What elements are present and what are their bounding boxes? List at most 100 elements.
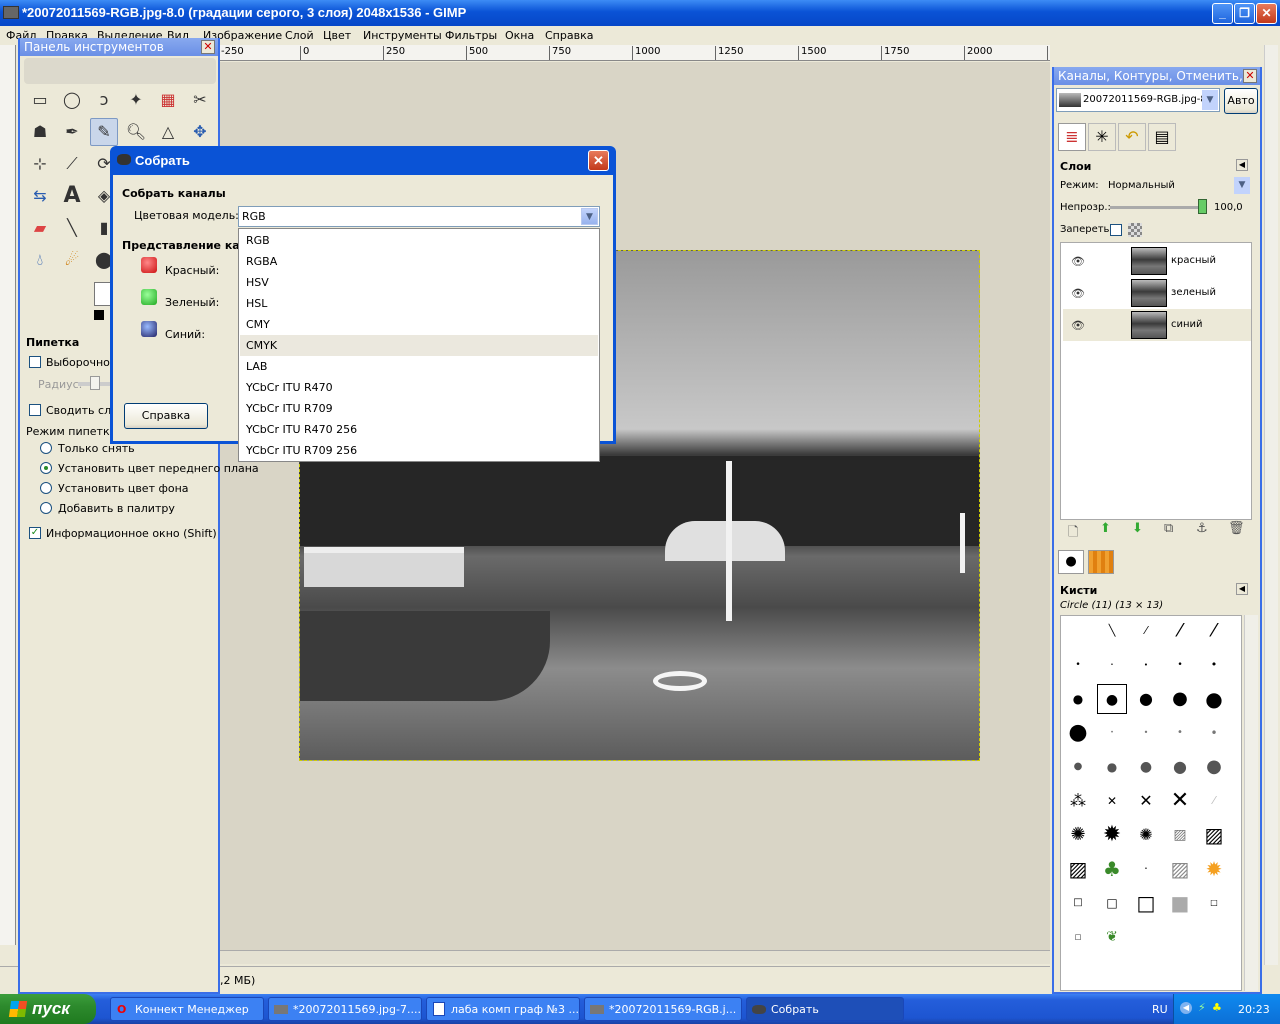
radio-pick-only[interactable] [40, 442, 52, 454]
brush-item[interactable]: ● [1199, 752, 1229, 782]
brush-item[interactable]: ● [1097, 752, 1127, 782]
dropdown-option-highlighted[interactable]: CMYK [240, 335, 598, 356]
move-icon[interactable]: ✥ [186, 118, 214, 146]
brush-item[interactable]: ■ [1165, 888, 1195, 918]
brush-item[interactable]: ⁄ [1199, 786, 1229, 816]
brush-item[interactable]: • [1131, 854, 1161, 884]
tab-paths-icon[interactable]: ✳ [1088, 123, 1116, 151]
taskbar-item[interactable]: O Коннект Менеджер [110, 997, 264, 1021]
duplicate-layer-icon[interactable]: ⧉ [1164, 521, 1173, 536]
brush-item[interactable]: • [1165, 650, 1195, 680]
shield-icon[interactable]: ♣ [1212, 1001, 1222, 1014]
crop-icon[interactable]: ⟋ [58, 150, 86, 178]
brush-item[interactable]: ● [1199, 684, 1229, 714]
layer-row-red[interactable]: 👁︎ красный [1063, 245, 1251, 277]
brush-item[interactable]: □ [1063, 888, 1093, 918]
brush-item[interactable]: ✹ [1199, 854, 1229, 884]
dropdown-option[interactable]: HSV [240, 272, 598, 293]
color-select-icon[interactable]: ▦ [154, 86, 182, 114]
brush-item[interactable]: □ [1199, 888, 1229, 918]
network-icon[interactable]: ⚡︎ [1198, 1001, 1206, 1014]
brush-item[interactable]: ● [1063, 718, 1093, 748]
brush-item[interactable]: ⁂ [1063, 786, 1093, 816]
brush-item[interactable]: ✹ [1097, 820, 1127, 850]
brush-item[interactable]: ● [1165, 684, 1195, 714]
start-button[interactable]: пуск [0, 994, 96, 1024]
brush-item[interactable]: ✕ [1097, 786, 1127, 816]
brush-item[interactable]: ❦ [1097, 922, 1127, 952]
brush-item[interactable]: ⁄ [1199, 616, 1229, 646]
raise-layer-icon[interactable]: ⬆ [1100, 521, 1111, 536]
brush-item[interactable]: ♣ [1097, 854, 1127, 884]
brush-item[interactable]: ● [1063, 752, 1093, 782]
align-icon[interactable]: ⊹ [26, 150, 54, 178]
brushes-scrollbar[interactable] [1244, 615, 1258, 991]
dropdown-option[interactable]: LAB [240, 356, 598, 377]
text-tool-icon[interactable]: A [58, 182, 86, 210]
dropdown-option[interactable]: YCbCr ITU R470 256 [240, 419, 598, 440]
taskbar-item[interactable]: лаба комп граф №3 ... [426, 997, 580, 1021]
info-window-checkbox[interactable]: ✓ [29, 527, 41, 539]
dropdown-option[interactable]: YCbCr ITU R709 256 [240, 440, 598, 461]
menu-filters[interactable]: Фильтры [445, 29, 497, 42]
eraser-icon[interactable]: ▰ [26, 214, 54, 242]
tab-brushes-icon[interactable]: ● [1058, 550, 1084, 574]
dropdown-option[interactable]: RGBA [240, 251, 598, 272]
brush-item[interactable]: ▨ [1165, 820, 1195, 850]
brush-item[interactable]: • [1165, 718, 1195, 748]
brush-item[interactable]: ▨ [1063, 854, 1093, 884]
airbrush-icon[interactable]: ╲ [58, 214, 86, 242]
sample-merged-checkbox[interactable] [29, 404, 41, 416]
brush-item[interactable]: ● [1131, 684, 1161, 714]
right-dock-close-icon[interactable]: ✕ [1243, 69, 1257, 83]
eye-icon[interactable]: 👁︎ [1071, 255, 1085, 268]
zoom-icon[interactable]: 🔍︎ [122, 118, 150, 146]
opacity-value[interactable]: 100,0 [1214, 202, 1243, 213]
brush-item[interactable]: ● [1063, 684, 1093, 714]
new-layer-icon[interactable]: 🗋︎ [1068, 523, 1078, 545]
brush-item[interactable]: ✕ [1165, 786, 1195, 816]
tab-patterns-icon[interactable] [1088, 550, 1114, 574]
paths-icon[interactable]: ✒ [58, 118, 86, 146]
ellipse-select-icon[interactable]: ◯ [58, 86, 86, 114]
tab-channels-icon[interactable]: ▤ [1148, 123, 1176, 151]
eye-icon[interactable]: 👁︎ [1071, 287, 1085, 300]
scissors-icon[interactable]: ✂ [186, 86, 214, 114]
chevron-down-icon[interactable]: ▼ [581, 208, 598, 225]
dropdown-option[interactable]: YCbCr ITU R470 [240, 377, 598, 398]
tab-undo-icon[interactable]: ↶ [1118, 123, 1146, 151]
brush-item[interactable]: • [1199, 650, 1229, 680]
lower-layer-icon[interactable]: ⬇ [1132, 521, 1143, 536]
radio-set-background[interactable] [40, 482, 52, 494]
layer-row-green[interactable]: 👁︎ зеленый [1063, 277, 1251, 309]
menu-layer[interactable]: Слой [285, 29, 314, 42]
rect-select-icon[interactable]: ▭ [26, 86, 54, 114]
brush-item[interactable]: ⁄ [1165, 616, 1195, 646]
brush-item[interactable]: ✺ [1131, 820, 1161, 850]
brush-item[interactable]: • [1097, 650, 1127, 680]
color-picker-icon[interactable]: ✎ [90, 118, 118, 146]
layer-mode-select[interactable]: Нормальный ▼ [1102, 177, 1250, 195]
brushes-menu-arrow-icon[interactable]: ◀ [1236, 583, 1248, 595]
anchor-layer-icon[interactable]: ⚓︎ [1196, 521, 1208, 536]
taskbar-item[interactable]: *20072011569.jpg-7.... [268, 997, 422, 1021]
dropdown-option[interactable]: CMY [240, 314, 598, 335]
radio-add-to-palette[interactable] [40, 502, 52, 514]
brush-item[interactable]: • [1131, 718, 1161, 748]
brush-item[interactable]: ⁄ [1131, 616, 1161, 646]
brush-item[interactable]: ● [1131, 752, 1161, 782]
brush-item[interactable]: • [1199, 718, 1229, 748]
brush-item[interactable]: ✕ [1131, 786, 1161, 816]
brush-item[interactable]: □ [1097, 888, 1127, 918]
chevron-down-icon[interactable]: ▼ [1234, 177, 1250, 194]
chevron-down-icon[interactable]: ▼ [1202, 90, 1218, 110]
image-selector[interactable]: 20072011569-RGB.jpg-8 ▼ [1056, 88, 1220, 112]
brush-item[interactable]: • [1063, 650, 1093, 680]
auto-button[interactable]: Авто [1224, 88, 1258, 114]
dropdown-option[interactable]: HSL [240, 293, 598, 314]
menu-color[interactable]: Цвет [323, 29, 351, 42]
color-model-select[interactable]: RGB ▼ [238, 206, 600, 227]
minimize-button[interactable]: _ [1212, 3, 1233, 24]
tray-expand-icon[interactable]: ◀ [1180, 1002, 1192, 1014]
lock-pixels-checkbox[interactable] [1110, 224, 1122, 236]
